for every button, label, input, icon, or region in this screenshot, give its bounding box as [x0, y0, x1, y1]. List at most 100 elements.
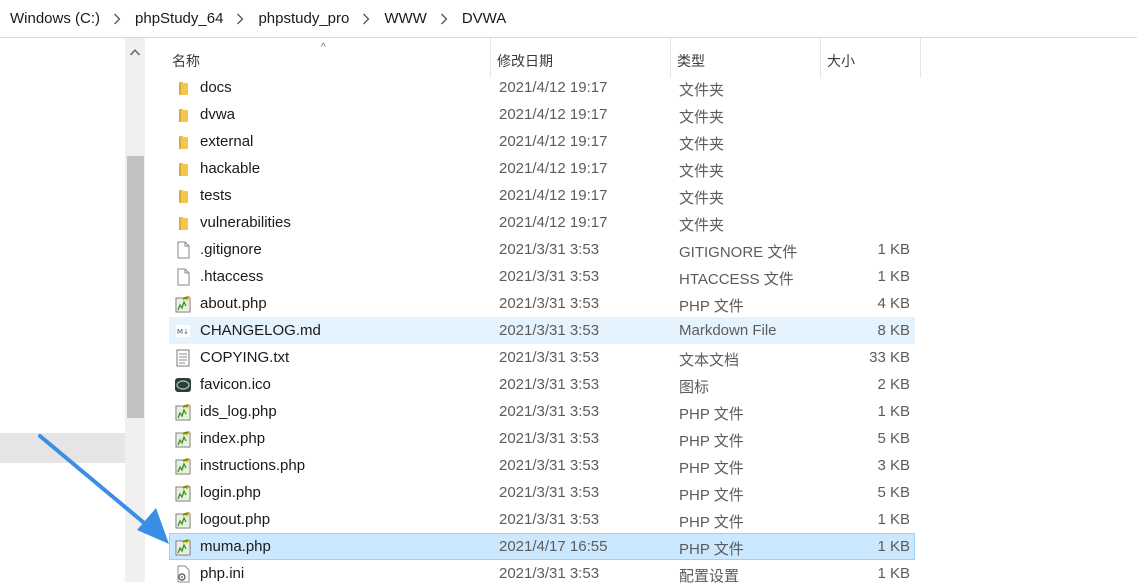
- file-row-instructions-php[interactable]: instructions.php 2021/3/31 3:53 PHP 文件 3 KB: [169, 452, 915, 479]
- file-type: PHP 文件: [679, 541, 744, 558]
- php-file-icon: [174, 511, 192, 529]
- file-row-about-php[interactable]: about.php 2021/3/31 3:53 PHP 文件 4 KB: [169, 290, 915, 317]
- file-size: 5 KB: [877, 484, 910, 501]
- file-type: PHP 文件: [679, 514, 744, 531]
- file-name: logout.php: [200, 511, 271, 528]
- file-row-htaccess[interactable]: .htaccess 2021/3/31 3:53 HTACCESS 文件 1 KB: [169, 263, 915, 290]
- file-modified-date: 2021/4/12 19:17: [499, 160, 608, 177]
- folder-icon: [174, 106, 192, 124]
- file-row-tests[interactable]: tests 2021/4/12 19:17 文件夹: [169, 182, 915, 209]
- column-header-bar: ^ 名称 修改日期 类型 大小: [145, 38, 1137, 78]
- file-name: dvwa: [200, 106, 236, 123]
- nav-scrollbar[interactable]: [125, 38, 145, 582]
- chevron-right-icon[interactable]: [358, 13, 374, 25]
- file-row-php-ini[interactable]: php.ini 2021/3/31 3:53 配置设置 1 KB: [169, 560, 915, 587]
- folder-icon: [174, 160, 192, 178]
- folder-icon: [174, 214, 192, 232]
- file-row-copying-txt[interactable]: COPYING.txt 2021/3/31 3:53 文本文档 33 KB: [169, 344, 915, 371]
- markdown-file-icon: M↓: [174, 322, 192, 340]
- folder-icon: [174, 79, 192, 97]
- breadcrumb-item[interactable]: WWW: [384, 10, 461, 27]
- file-type: HTACCESS 文件: [679, 271, 794, 288]
- breadcrumb-label[interactable]: DVWA: [462, 10, 515, 27]
- column-header-name[interactable]: 名称: [166, 38, 491, 78]
- file-modified-date: 2021/3/31 3:53: [499, 565, 600, 582]
- file-modified-date: 2021/3/31 3:53: [499, 457, 600, 474]
- navigation-pane[interactable]: [0, 38, 125, 582]
- blank-file-icon: [174, 241, 192, 259]
- file-modified-date: 2021/3/31 3:53: [499, 430, 600, 447]
- file-type: 文件夹: [679, 163, 725, 180]
- breadcrumb-label[interactable]: WWW: [384, 10, 435, 27]
- file-size: 8 KB: [877, 322, 910, 339]
- file-modified-date: 2021/3/31 3:53: [499, 403, 600, 420]
- file-name: external: [200, 133, 254, 150]
- file-type: 文件夹: [679, 217, 725, 234]
- svg-text:M↓: M↓: [177, 328, 189, 336]
- file-row-logout-php[interactable]: logout.php 2021/3/31 3:53 PHP 文件 1 KB: [169, 506, 915, 533]
- file-type: GITIGNORE 文件: [679, 244, 798, 261]
- breadcrumb-label[interactable]: phpStudy_64: [135, 10, 232, 27]
- breadcrumb-item[interactable]: phpStudy_64: [135, 10, 258, 27]
- file-name: COPYING.txt: [200, 349, 290, 366]
- file-row-vulnerabilities[interactable]: vulnerabilities 2021/4/12 19:17 文件夹: [169, 209, 915, 236]
- file-size: 4 KB: [877, 295, 910, 312]
- column-header-type[interactable]: 类型: [671, 38, 821, 78]
- file-type: PHP 文件: [679, 406, 744, 423]
- nav-selected-item[interactable]: [0, 433, 125, 463]
- file-row-login-php[interactable]: login.php 2021/3/31 3:53 PHP 文件 5 KB: [169, 479, 915, 506]
- file-modified-date: 2021/3/31 3:53: [499, 322, 600, 339]
- file-modified-date: 2021/4/17 16:55: [499, 538, 608, 555]
- folder-icon: [174, 133, 192, 151]
- file-type: 文件夹: [679, 82, 725, 99]
- file-modified-date: 2021/3/31 3:53: [499, 484, 600, 501]
- php-file-icon: [174, 457, 192, 475]
- file-size: 3 KB: [877, 457, 910, 474]
- breadcrumb-label[interactable]: Windows (C:): [0, 10, 109, 27]
- settings-file-icon: [174, 565, 192, 583]
- file-row-muma-php[interactable]: muma.php 2021/4/17 16:55 PHP 文件 1 KB: [169, 533, 915, 560]
- text-file-icon: [174, 349, 192, 367]
- file-type: 配置设置: [679, 568, 740, 585]
- file-size: 2 KB: [877, 376, 910, 393]
- file-type: PHP 文件: [679, 298, 744, 315]
- breadcrumb-item[interactable]: phpstudy_pro: [258, 10, 384, 27]
- file-size: 1 KB: [877, 538, 910, 555]
- file-row-ids-log-php[interactable]: ids_log.php 2021/3/31 3:53 PHP 文件 1 KB: [169, 398, 915, 425]
- file-modified-date: 2021/4/12 19:17: [499, 106, 608, 123]
- file-name: .gitignore: [200, 241, 262, 258]
- scroll-thumb[interactable]: [127, 156, 144, 418]
- file-row-gitignore[interactable]: .gitignore 2021/3/31 3:53 GITIGNORE 文件 1 KB: [169, 236, 915, 263]
- file-row-index-php[interactable]: index.php 2021/3/31 3:53 PHP 文件 5 KB: [169, 425, 915, 452]
- file-row-hackable[interactable]: hackable 2021/4/12 19:17 文件夹: [169, 155, 915, 182]
- file-row-favicon-ico[interactable]: favicon.ico 2021/3/31 3:53 图标 2 KB: [169, 371, 915, 398]
- chevron-right-icon[interactable]: [436, 13, 452, 25]
- php-file-icon: [174, 484, 192, 502]
- file-name: docs: [200, 79, 232, 96]
- file-row-changelog-md[interactable]: M↓ CHANGELOG.md 2021/3/31 3:53 Markdown Fil…: [169, 317, 915, 344]
- file-modified-date: 2021/4/12 19:17: [499, 187, 608, 204]
- php-file-icon: [174, 403, 192, 421]
- file-name: about.php: [200, 295, 267, 312]
- file-type: 文件夹: [679, 109, 725, 126]
- scroll-up-arrow-icon[interactable]: [125, 42, 145, 62]
- file-name: vulnerabilities: [200, 214, 291, 231]
- file-row-docs[interactable]: docs 2021/4/12 19:17 文件夹: [169, 74, 915, 101]
- column-header-size[interactable]: 大小: [821, 38, 921, 78]
- breadcrumb-item[interactable]: Windows (C:): [0, 10, 135, 27]
- file-type: PHP 文件: [679, 460, 744, 477]
- file-modified-date: 2021/4/12 19:17: [499, 79, 608, 96]
- file-row-dvwa[interactable]: dvwa 2021/4/12 19:17 文件夹: [169, 101, 915, 128]
- file-type: PHP 文件: [679, 433, 744, 450]
- file-modified-date: 2021/4/12 19:17: [499, 133, 608, 150]
- file-row-external[interactable]: external 2021/4/12 19:17 文件夹: [169, 128, 915, 155]
- address-bar[interactable]: Windows (C:) phpStudy_64 phpstudy_pro WW…: [0, 0, 1137, 38]
- breadcrumb-label[interactable]: phpstudy_pro: [258, 10, 358, 27]
- column-header-date[interactable]: 修改日期: [491, 38, 671, 78]
- breadcrumb-item[interactable]: DVWA: [462, 10, 515, 27]
- chevron-right-icon[interactable]: [109, 13, 125, 25]
- file-name: .htaccess: [200, 268, 264, 285]
- file-name: php.ini: [200, 565, 245, 582]
- chevron-right-icon[interactable]: [232, 13, 248, 25]
- file-size: 1 KB: [877, 511, 910, 528]
